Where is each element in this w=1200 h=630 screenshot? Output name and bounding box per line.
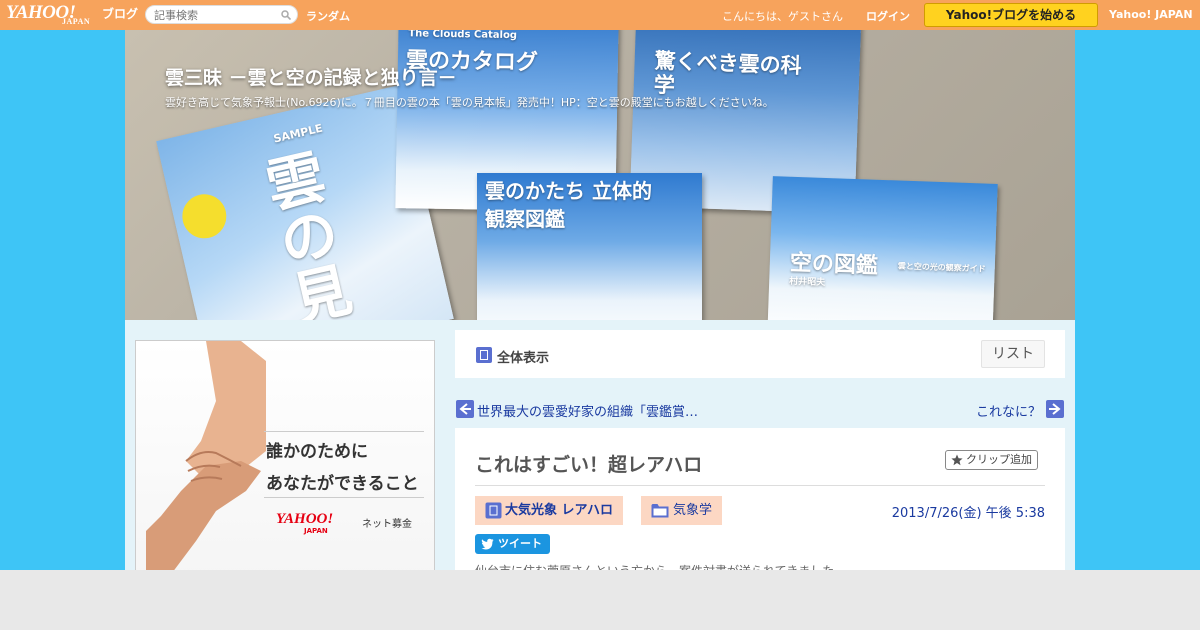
next-article-link[interactable]: これなに？ — [976, 401, 1041, 420]
tweet-label: ツイート — [498, 537, 542, 550]
book-title: 雲の見本帳 — [250, 145, 383, 320]
clip-add-label: クリップ追加 — [966, 453, 1032, 466]
folder-icon — [651, 504, 669, 518]
article-date: 2013/7/26(金) 午後 5:38 — [891, 506, 1045, 521]
view-all-link[interactable]: 全体表示 — [497, 347, 549, 366]
blog-header-image: SAMPLE 雲の見本帳 The Clouds Catalog 雲のカタログ 驚… — [125, 30, 1075, 320]
article-body-text: 仙台市に住む菅原さんという方から、案件対書が送られてきました。 — [475, 562, 846, 570]
ad-service-name: ネット募金 — [362, 519, 412, 530]
book-cover-sora-no-zukan: 空の図鑑 村井昭夫 雲と空の光の観察ガイド — [767, 176, 998, 320]
book-subtitle: 雲と空の光の観察ガイド — [897, 261, 986, 274]
logo-sub-text: JAPAN — [62, 17, 91, 26]
previous-article-link[interactable]: 世界最大の雲愛好家の組織「雲鑑賞… — [477, 401, 698, 420]
article: これはすごい！超レアハロ クリップ追加 大気光象 レアハロ 気象学 2013/7… — [455, 428, 1065, 570]
search-input[interactable] — [154, 7, 274, 23]
ad-yahoo-logo: YAHOO! — [276, 511, 334, 527]
book-icon — [485, 502, 502, 519]
greeting-text: こんにちは、ゲストさん — [722, 10, 843, 23]
blog-title[interactable]: 雲三昧 －雲と空の記録と独り言－ — [165, 63, 457, 90]
login-link[interactable]: ログイン — [866, 8, 910, 24]
article-title[interactable]: これはすごい！超レアハロ — [475, 450, 702, 477]
title-divider — [475, 485, 1045, 486]
book-icon — [476, 347, 492, 363]
tag-primary-label: 大気光象 レアハロ — [505, 503, 614, 518]
ad-headline-2: あなたができること — [266, 474, 419, 494]
book-title: 雲のかたち 立体的観察図鑑 — [485, 179, 652, 231]
ad-divider — [264, 497, 424, 498]
arrow-right-icon[interactable] — [1046, 400, 1064, 418]
ad-yahoo-logo-sub: JAPAN — [304, 527, 328, 535]
clip-add-button[interactable]: クリップ追加 — [945, 450, 1038, 470]
star-icon — [951, 454, 963, 466]
book-author: 村井昭夫 — [789, 276, 826, 289]
random-link[interactable]: ランダム — [306, 8, 350, 24]
list-view-button[interactable]: リスト — [981, 340, 1045, 368]
article-navigation: 世界最大の雲愛好家の組織「雲鑑賞… これなに？ — [455, 398, 1065, 420]
start-blog-button[interactable]: Yahoo!ブログを始める — [924, 3, 1098, 27]
global-header: YAHOO! JAPAN ブログ ランダム こんにちは、ゲストさん ログイン Y… — [0, 0, 1200, 30]
page-footer-area — [0, 570, 1200, 630]
search-icon[interactable] — [281, 10, 291, 20]
search-box — [145, 5, 298, 24]
tag-primary[interactable]: 大気光象 レアハロ — [475, 496, 624, 525]
twitter-bird-icon — [481, 538, 494, 550]
book-subtitle: The Clouds Catalog — [408, 30, 518, 42]
handshake-illustration — [146, 341, 266, 570]
book-badge-icon — [177, 189, 231, 243]
tag-category-label: 気象学 — [673, 503, 713, 518]
tweet-button[interactable]: ツイート — [475, 534, 550, 554]
yahoo-japan-link[interactable]: Yahoo! JAPAN — [1109, 8, 1193, 21]
ad-headline-1: 誰かのために — [266, 442, 368, 462]
yahoo-donation-ad[interactable]: 誰かのために あなたができること YAHOO! JAPAN ネット募金 — [135, 340, 435, 570]
view-toolbar: 全体表示 リスト — [455, 330, 1065, 378]
blog-description: 雲好き高じて気象予報士(No.6926)に。７冊目の雲の本「雲の見本帳」発売中！… — [165, 96, 774, 109]
logo-service-text: ブログ — [102, 7, 139, 21]
arrow-left-icon[interactable] — [456, 400, 474, 418]
book-cover-kumo-no-katachi: 雲のかたち 立体的観察図鑑 — [477, 173, 702, 320]
tag-category[interactable]: 気象学 — [641, 496, 723, 525]
ad-divider — [264, 431, 424, 432]
blog-column: SAMPLE 雲の見本帳 The Clouds Catalog 雲のカタログ 驚… — [125, 30, 1075, 570]
book-label: SAMPLE — [272, 121, 324, 146]
